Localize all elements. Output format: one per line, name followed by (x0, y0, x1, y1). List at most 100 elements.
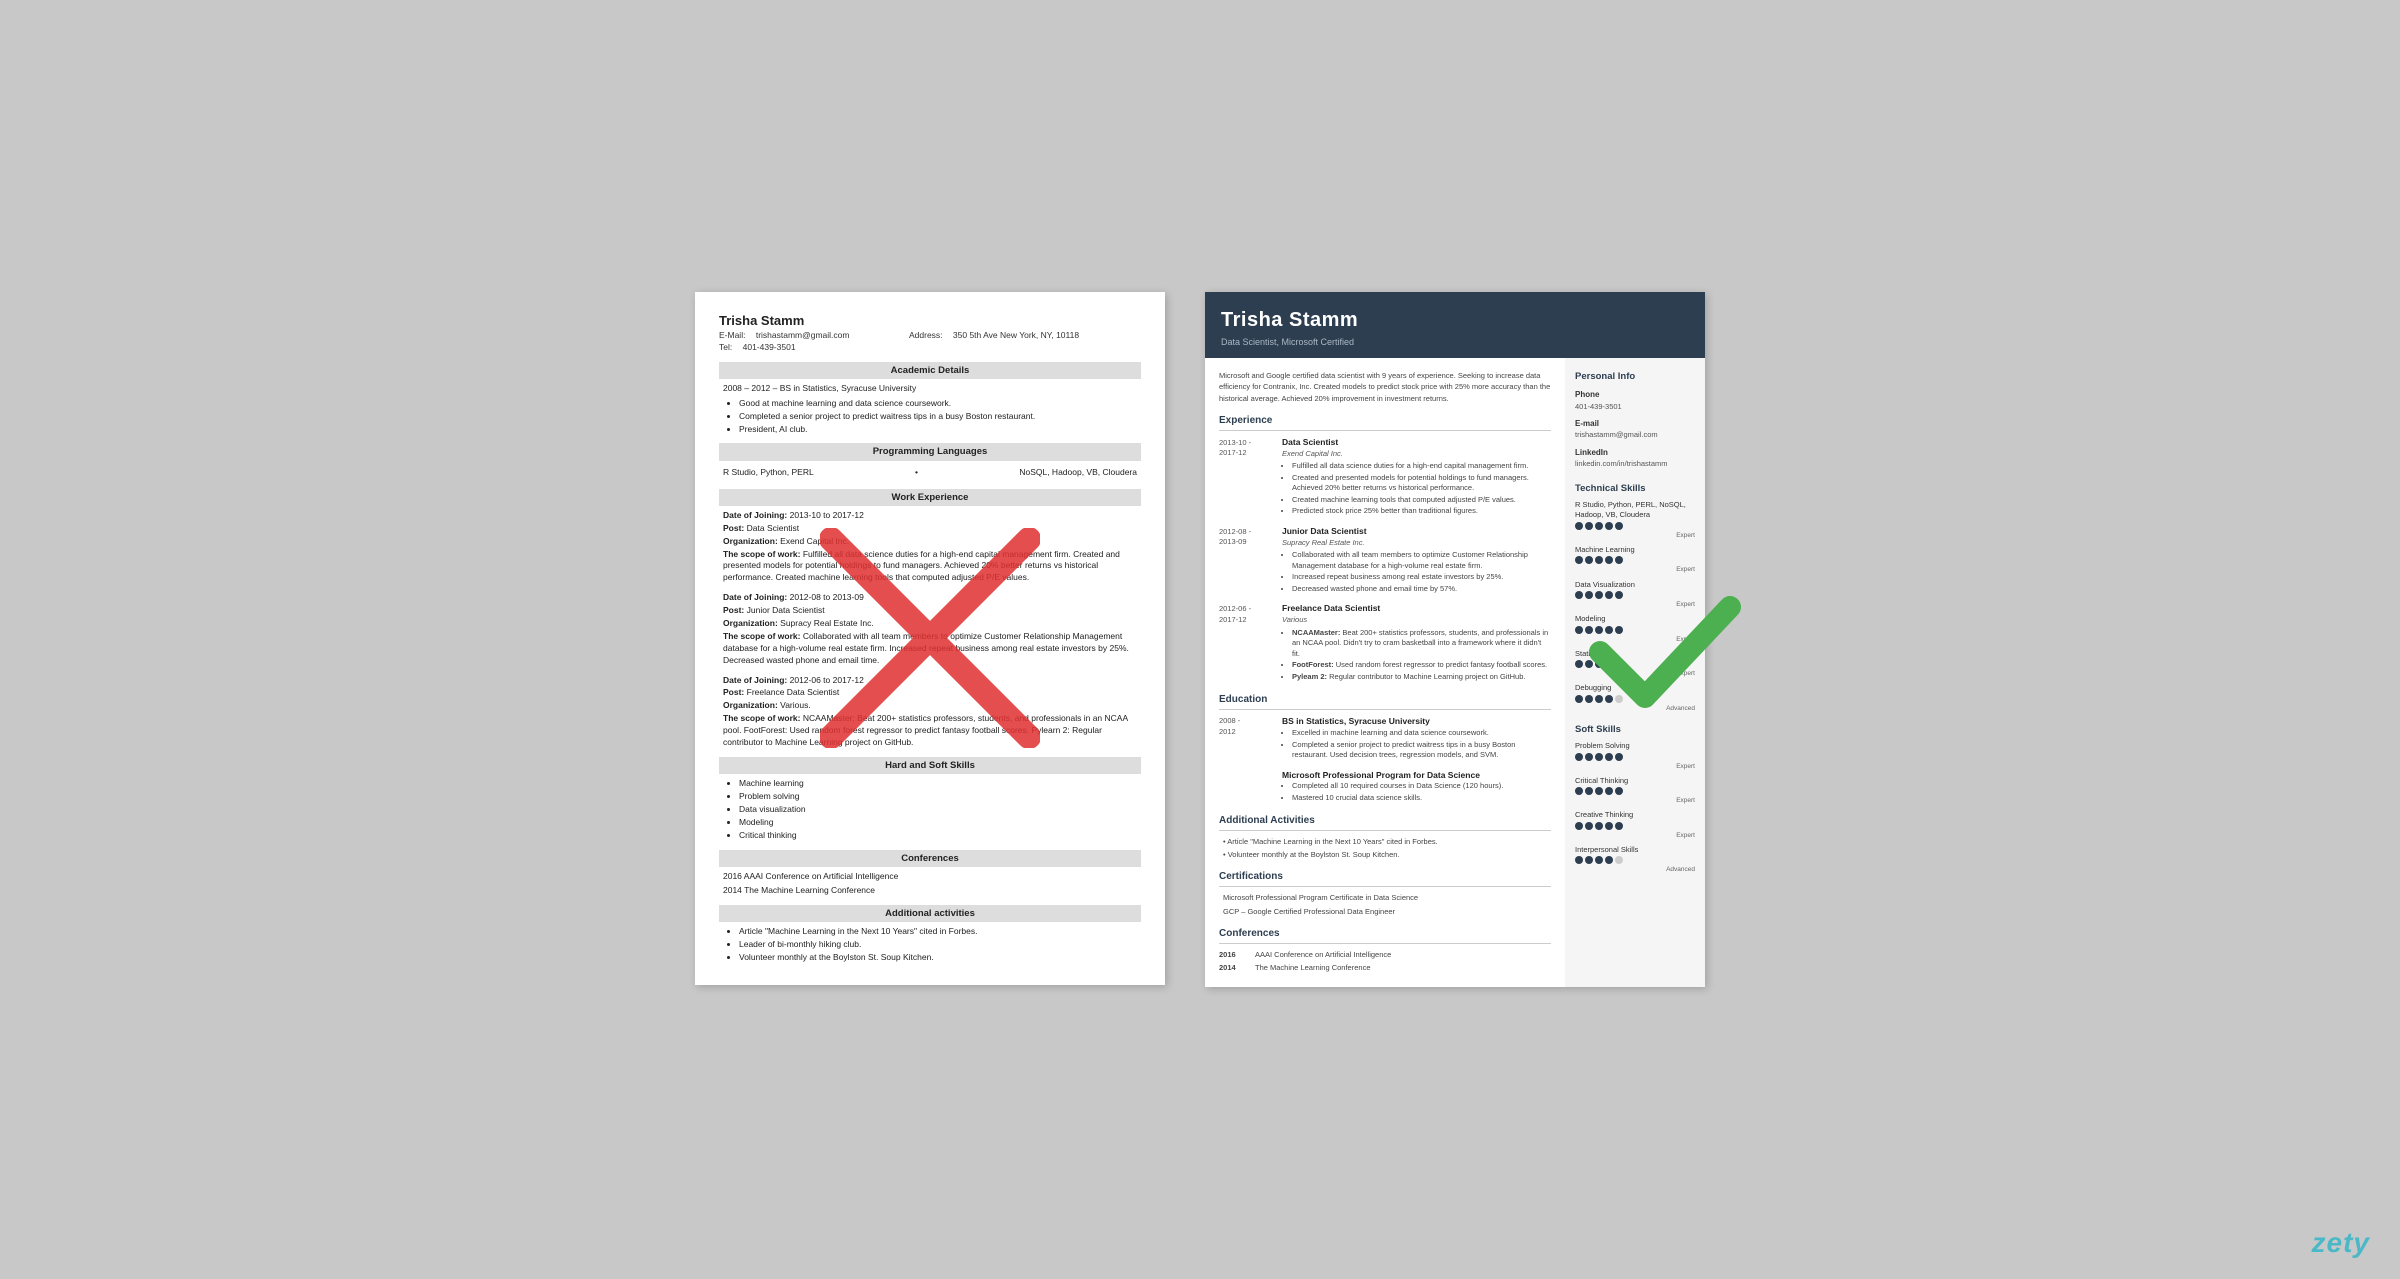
exp2-bullets: Collaborated with all team members to op… (1282, 550, 1551, 594)
skill-dot (1575, 822, 1583, 830)
skill-name: Creative Thinking (1575, 810, 1695, 821)
skill-name: R Studio, Python, PERL, NoSQL, Hadoop, V… (1575, 500, 1695, 521)
personal-info-title: Personal Info (1575, 370, 1695, 383)
skill-item: Critical ThinkingExpert (1575, 776, 1695, 806)
edu1-bullets: Excelled in machine learning and data sc… (1282, 728, 1551, 761)
conf-2: 2014 The Machine Learning Conference (723, 885, 1137, 897)
skill-dots (1575, 626, 1695, 634)
soft-skills-container: Problem SolvingExpert Critical ThinkingEx… (1575, 741, 1695, 874)
skill-dot (1595, 626, 1603, 634)
right-body: Microsoft and Google certified data scie… (1205, 358, 1705, 987)
exp1-company: Exend Capital Inc. (1282, 449, 1551, 460)
exp1-date: 2013-10 -2017-12 (1219, 437, 1274, 518)
work2-org-label: Organization: (723, 618, 778, 628)
skill-dot (1575, 753, 1583, 761)
skill-level: Advanced (1575, 865, 1695, 874)
skills-bullets: Machine learning Problem solving Data vi… (723, 778, 1137, 841)
skill-dots (1575, 753, 1695, 761)
work2-scope: The scope of work: Collaborated with all… (723, 631, 1137, 667)
exp3-company: Various (1282, 615, 1551, 626)
exp2-company: Supracy Real Estate Inc. (1282, 538, 1551, 549)
exp-item-1: 2013-10 -2017-12 Data Scientist Exend Ca… (1219, 437, 1551, 518)
skill-dot (1575, 626, 1583, 634)
work-item-2: Date of Joining: 2012-08 to 2013-09 Post… (723, 592, 1137, 666)
skill-dot (1595, 753, 1603, 761)
academic-bullets: Good at machine learning and data scienc… (723, 398, 1137, 436)
tech-skills-title: Technical Skills (1575, 482, 1695, 495)
skill-item: Creative ThinkingExpert (1575, 810, 1695, 840)
exp2-title: Junior Data Scientist (1282, 526, 1551, 538)
soft-skills-title: Soft Skills (1575, 723, 1695, 736)
cert-2: GCP – Google Certified Professional Data… (1219, 907, 1551, 918)
skill-level: Expert (1575, 600, 1695, 609)
work2-scope-label: The scope of work: (723, 631, 800, 641)
additional-header: Additional activities (719, 905, 1141, 922)
skill-name: Statistics (1575, 649, 1695, 660)
exp3-b3: Pyleam 2: Regular contributor to Machine… (1292, 672, 1551, 683)
edu2-b1: Completed all 10 required courses in Dat… (1292, 781, 1551, 792)
work2-date-label: Date of Joining: (723, 592, 787, 602)
skill-dots (1575, 695, 1695, 703)
programming-content: R Studio, Python, PERL • NoSQL, Hadoop, … (719, 465, 1141, 481)
work3-post: Post: Freelance Data Scientist (723, 687, 1137, 699)
skill-level: Expert (1575, 762, 1695, 771)
skill-item: Statistics Expert (1575, 649, 1695, 679)
skill-dot (1605, 660, 1613, 668)
edu1-content: BS in Statistics, Syracuse University Ex… (1282, 716, 1551, 761)
skill-dots (1575, 660, 1695, 668)
skills-header: Hard and Soft Skills (719, 757, 1141, 774)
skill-dot (1615, 591, 1623, 599)
skill-dots (1575, 856, 1695, 864)
skill-name: Debugging (1575, 683, 1695, 694)
skill-level: Expert (1575, 669, 1695, 678)
edu2-bullets: Completed all 10 required courses in Dat… (1282, 781, 1551, 803)
exp3-b2: FootForest: Used random forest regressor… (1292, 660, 1551, 671)
right-resume-wrapper: Trisha Stamm Data Scientist, Microsoft C… (1205, 292, 1705, 988)
right-sidebar: Personal Info Phone 401-439-3501 E-mail … (1565, 358, 1705, 987)
email-label-sidebar: E-mail (1575, 418, 1695, 429)
conferences-header: Conferences (719, 850, 1141, 867)
skill-level: Expert (1575, 565, 1695, 574)
skill-dot (1615, 556, 1623, 564)
certifications-section-title: Certifications (1219, 870, 1551, 887)
exp1-bullets: Fulfilled all data science duties for a … (1282, 461, 1551, 517)
work-item-1: Date of Joining: 2013-10 to 2017-12 Post… (723, 510, 1137, 584)
right-main: Microsoft and Google certified data scie… (1205, 358, 1565, 987)
tel-label: Tel: (719, 342, 732, 352)
work2-date-val: 2012-08 to 2013-09 (790, 592, 864, 602)
skill-item: Problem SolvingExpert (1575, 741, 1695, 771)
conf-1: 2016 AAAI Conference on Artificial Intel… (723, 871, 1137, 883)
skill-name: Machine Learning (1575, 545, 1695, 556)
exp2-date: 2012-08 -2013-09 (1219, 526, 1274, 595)
left-name: Trisha Stamm (719, 312, 1141, 330)
work1-post-label: Post: (723, 523, 744, 533)
skill-name: Data Visualization (1575, 580, 1695, 591)
exp2-b1: Collaborated with all team members to op… (1292, 550, 1551, 571)
skill-4: Modeling (739, 817, 1137, 829)
additional-bullets: Article "Machine Learning in the Next 10… (723, 926, 1137, 964)
exp1-b2: Created and presented models for potenti… (1292, 473, 1551, 494)
skill-dot (1605, 556, 1613, 564)
page-container: Trisha Stamm E-Mail: trishastamm@gmail.c… (40, 292, 2360, 988)
work3-post-val: Freelance Data Scientist (747, 687, 840, 697)
right-title: Data Scientist, Microsoft Certified (1221, 336, 1689, 349)
skill-dot (1605, 626, 1613, 634)
skill-dot (1575, 591, 1583, 599)
skill-item: ModelingExpert (1575, 614, 1695, 644)
phone-label: Phone (1575, 389, 1695, 400)
work1-org-val: Exend Capital Inc. (780, 536, 849, 546)
skill-dot (1615, 522, 1623, 530)
work1-scope-label: The scope of work: (723, 549, 800, 559)
exp3-content: Freelance Data Scientist Various NCAAMas… (1282, 603, 1551, 683)
exp1-content: Data Scientist Exend Capital Inc. Fulfil… (1282, 437, 1551, 518)
conf-right-2-name: The Machine Learning Conference (1255, 963, 1371, 974)
academic-bullet-2: Completed a senior project to predict wa… (739, 411, 1137, 423)
edu1-date: 2008 -2012 (1219, 716, 1274, 761)
exp1-title: Data Scientist (1282, 437, 1551, 449)
skill-name: Interpersonal Skills (1575, 845, 1695, 856)
edu2-content: Microsoft Professional Program for Data … (1282, 770, 1551, 805)
exp-item-3: 2012-06 -2017-12 Freelance Data Scientis… (1219, 603, 1551, 683)
skill-level: Expert (1575, 796, 1695, 805)
prog-right: NoSQL, Hadoop, VB, Cloudera (1019, 467, 1137, 479)
conferences-section-title: Conferences (1219, 927, 1551, 944)
